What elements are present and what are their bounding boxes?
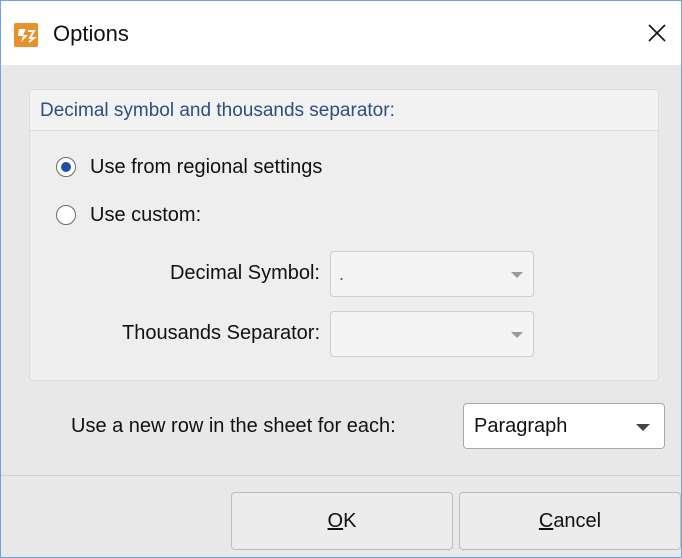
radio-label: Use from regional settings xyxy=(90,155,323,178)
dialog-body: Decimal symbol and thousands separator: … xyxy=(1,65,681,557)
decimal-symbol-combo[interactable]: . xyxy=(330,251,534,297)
chevron-down-icon xyxy=(636,424,650,431)
new-row-selected-value: Paragraph xyxy=(474,415,568,437)
cancel-label: ancel xyxy=(553,510,602,532)
foxit-app-icon xyxy=(14,23,38,47)
thousands-separator-combo[interactable] xyxy=(330,311,534,357)
cancel-mnemonic: C xyxy=(538,510,554,532)
decimal-settings-group: Decimal symbol and thousands separator: … xyxy=(29,89,659,381)
group-title: Decimal symbol and thousands separator: xyxy=(40,100,395,121)
cancel-button[interactable]: Cancel xyxy=(459,492,681,550)
options-dialog: Options Decimal symbol and thousands sep… xyxy=(0,0,682,558)
radio-use-regional-settings[interactable]: Use from regional settings xyxy=(56,152,322,182)
group-header: Decimal symbol and thousands separator: xyxy=(30,90,658,131)
new-row-select[interactable]: Paragraph xyxy=(463,403,665,449)
new-row-label: Use a new row in the sheet for each: xyxy=(71,415,396,437)
close-icon xyxy=(648,24,666,42)
radio-use-custom[interactable]: Use custom: xyxy=(56,200,201,230)
decimal-symbol-value: . xyxy=(339,264,345,284)
window-title: Options xyxy=(53,21,129,46)
decimal-symbol-label: Decimal Symbol: xyxy=(169,262,320,284)
radio-button-checked[interactable] xyxy=(56,157,76,177)
thousands-separator-label: Thousands Separator: xyxy=(122,322,320,344)
close-button[interactable] xyxy=(637,13,677,53)
radio-label: Use custom: xyxy=(90,203,202,226)
title-bar: Options xyxy=(1,1,681,65)
ok-label: K xyxy=(343,510,357,532)
chevron-down-icon xyxy=(511,272,523,278)
radio-button-unchecked[interactable] xyxy=(56,205,76,225)
ok-button[interactable]: OK xyxy=(231,492,453,550)
chevron-down-icon xyxy=(511,332,523,338)
divider xyxy=(1,475,681,476)
ok-mnemonic: O xyxy=(327,510,344,532)
